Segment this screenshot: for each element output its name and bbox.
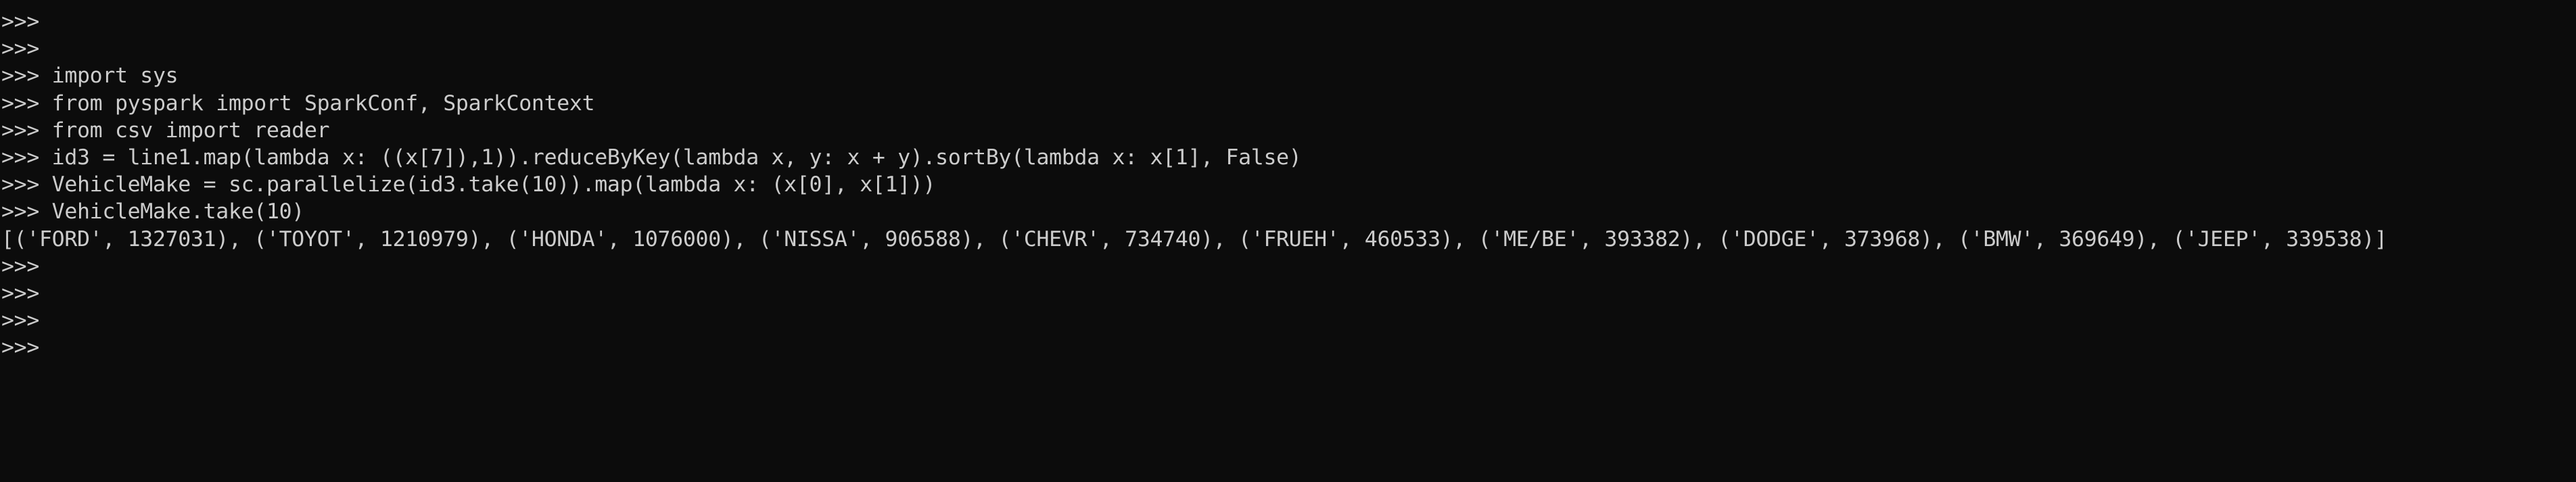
command-line: >>> VehicleMake.take(10) [1,199,304,224]
command-line: >>> from csv import reader [1,118,330,143]
command-line: >>> id3 = line1.map(lambda x: ((x[7]),1)… [1,145,1302,170]
command-line: >>> VehicleMake = sc.parallelize(id3.tak… [1,172,936,197]
output-line: [('FORD', 1327031), ('TOYOT', 1210979), … [1,226,2387,251]
prompt-line: >>> [1,9,39,34]
command-line: >>> import sys [1,64,179,89]
prompt-line: >>> [1,281,39,306]
command-line: >>> from pyspark import SparkConf, Spark… [1,91,595,116]
active-prompt-line[interactable]: >>> [0,334,2576,361]
prompt-line: >>> [1,37,39,62]
prompt-line: >>> [1,308,39,333]
prompt-line: >>> [1,254,39,279]
terminal-window[interactable]: >>> >>> >>> import sys >>> from pyspark … [0,0,2576,482]
